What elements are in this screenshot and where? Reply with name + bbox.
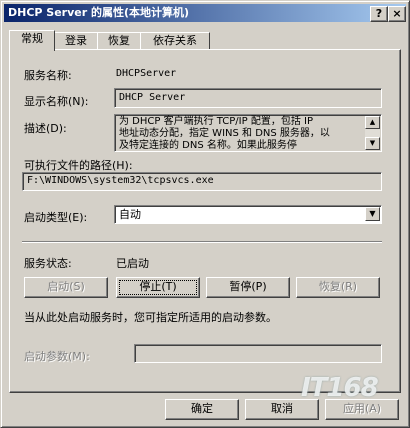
path-label: 可执行文件的路径(H): — [24, 159, 133, 172]
description-scrollbar[interactable]: ▲ ▼ — [365, 116, 380, 150]
description-line: 地址动态分配，指定 WINS 和 DNS 服务器，以 — [119, 128, 330, 139]
scroll-down-icon[interactable]: ▼ — [365, 137, 380, 150]
start-button[interactable]: 启动(S) — [24, 277, 108, 298]
hint-text: 当从此处启动服务时，您可指定所适用的启动参数。 — [24, 311, 277, 324]
path-field[interactable]: F:\WINDOWS\system32\tcpsvcs.exe — [22, 172, 382, 191]
status-label: 服务状态: — [24, 257, 72, 270]
divider — [22, 241, 382, 243]
general-panel: 服务名称: DHCPServer 显示名称(N): DHCP Server 描述… — [9, 49, 401, 393]
tab-dependencies[interactable]: 依存关系 — [140, 32, 210, 50]
service-name-value: DHCPServer — [116, 68, 177, 79]
status-value: 已启动 — [116, 257, 149, 270]
help-button[interactable]: ? — [370, 6, 388, 22]
scroll-up-icon[interactable]: ▲ — [365, 116, 380, 129]
ok-button[interactable]: 确定 — [165, 399, 239, 420]
display-name-label: 显示名称(N): — [24, 95, 89, 108]
startup-type-select[interactable]: 自动 ▼ — [114, 205, 382, 224]
stop-button[interactable]: 停止(T) — [116, 277, 200, 298]
description-text: 为 DHCP 客户端执行 TCP/IP 配置，包括 IP 地址动态分配，指定 W… — [119, 116, 363, 151]
service-name-label: 服务名称: — [24, 69, 72, 82]
watermark-logo: IT168 — [301, 373, 379, 403]
description-line: 及特定连接的 DNS 名称。如果此服务停 — [119, 140, 297, 151]
title-bar[interactable]: DHCP Server 的属性(本地计算机) ? × — [4, 4, 406, 22]
description-box[interactable]: 为 DHCP 客户端执行 TCP/IP 配置，包括 IP 地址动态分配，指定 W… — [114, 114, 382, 152]
tab-recovery[interactable]: 恢复 — [97, 32, 141, 50]
chevron-down-icon[interactable]: ▼ — [365, 207, 380, 221]
start-params-field[interactable] — [134, 344, 382, 363]
close-button[interactable]: × — [388, 6, 406, 22]
pause-button[interactable]: 暂停(P) — [206, 277, 290, 298]
description-line: 为 DHCP 客户端执行 TCP/IP 配置，包括 IP — [119, 116, 313, 127]
tab-logon[interactable]: 登录 — [54, 32, 98, 50]
resume-button[interactable]: 恢复(R) — [296, 277, 380, 298]
startup-type-label: 启动类型(E): — [24, 211, 88, 224]
properties-dialog: DHCP Server 的属性(本地计算机) ? × 常规 登录 恢复 依存关系… — [0, 0, 410, 428]
tab-general[interactable]: 常规 — [9, 30, 55, 51]
startup-type-value: 自动 — [119, 208, 141, 221]
display-name-field[interactable]: DHCP Server — [114, 88, 382, 108]
window-title: DHCP Server 的属性(本地计算机) — [8, 6, 190, 19]
description-label: 描述(D): — [24, 122, 67, 135]
start-params-label: 启动参数(M): — [24, 350, 90, 363]
